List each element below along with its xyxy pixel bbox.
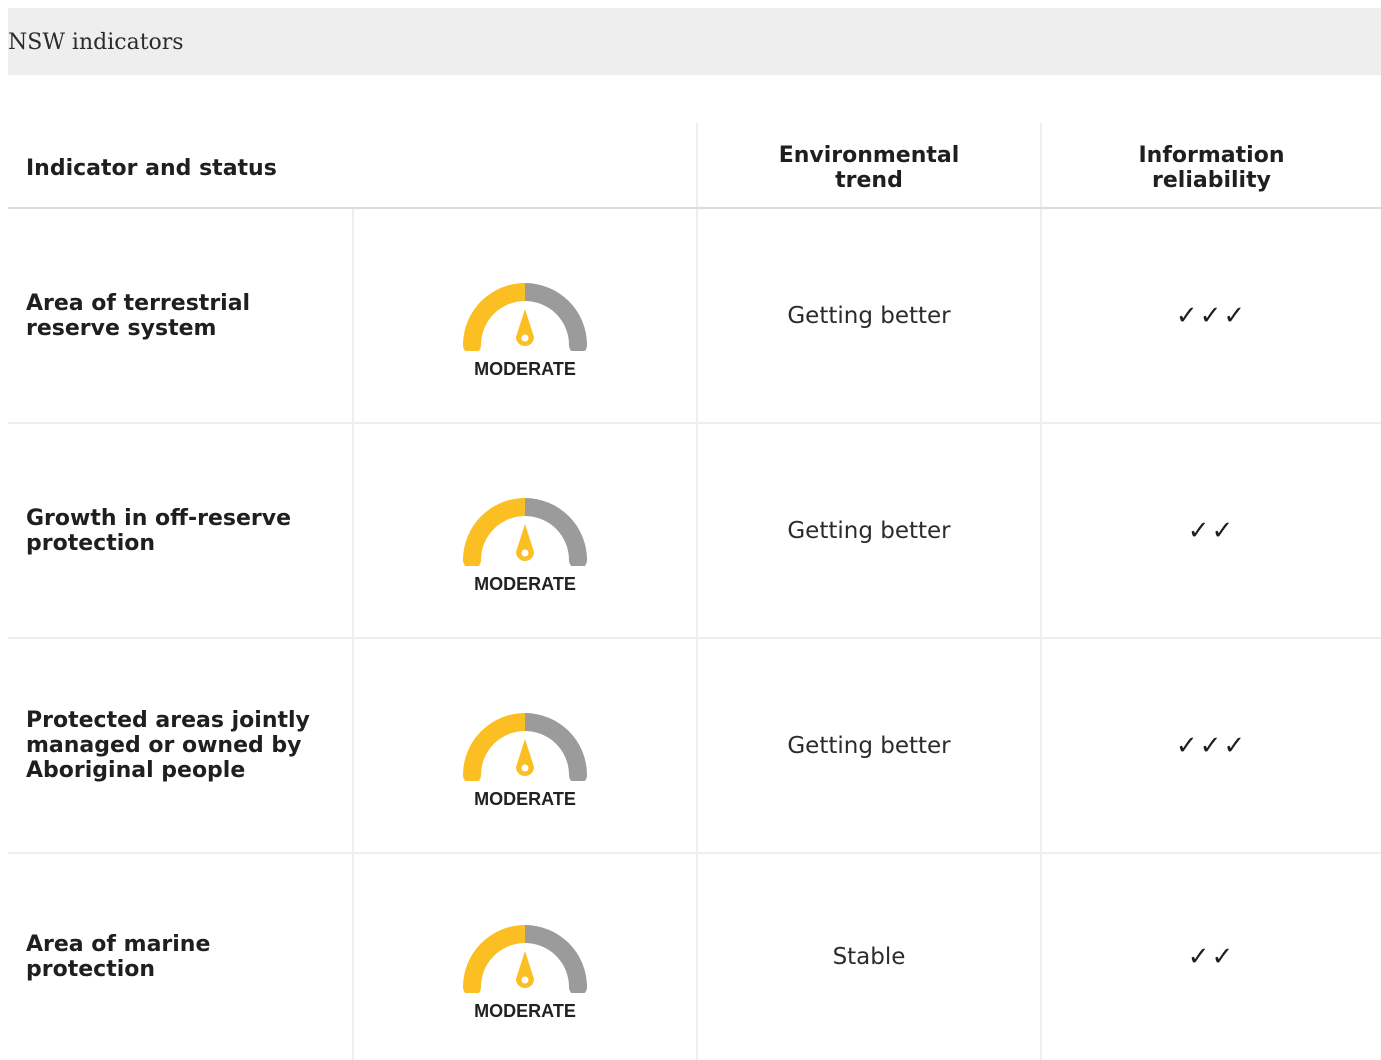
status-label: MODERATE xyxy=(474,1000,576,1021)
status-cell: MODERATE xyxy=(352,638,697,854)
header-trend-line1: Environmental xyxy=(778,143,960,168)
trend-cell: Getting better xyxy=(696,638,1041,854)
header-information-reliability: Information reliability xyxy=(1040,123,1381,209)
indicator-name: Protected areas jointly managed or owned… xyxy=(8,638,353,854)
table-row: Area of marine protection MODERATE Stabl… xyxy=(8,853,1381,1060)
status-cell: MODERATE xyxy=(352,853,697,1060)
header-indicator-status: Indicator and status xyxy=(8,123,697,209)
status-gauge: MODERATE xyxy=(445,701,605,810)
status-label: MODERATE xyxy=(474,359,576,379)
gauge-needle-hub xyxy=(521,764,529,772)
header-trend-line2: trend xyxy=(835,168,903,193)
table-row: Protected areas jointly managed or owned… xyxy=(8,638,1381,854)
gauge-filled-arc xyxy=(463,713,525,775)
reliability-cell: ✓✓ xyxy=(1040,853,1381,1060)
trend-cell: Stable xyxy=(696,853,1041,1060)
gauge-needle-hub xyxy=(521,334,529,342)
gauge-filled-arc xyxy=(463,283,525,345)
reliability-cell: ✓✓✓ xyxy=(1040,208,1381,424)
status-label: MODERATE xyxy=(474,789,576,809)
status-gauge: MODERATE xyxy=(445,486,605,595)
status-gauge-icon xyxy=(463,713,587,781)
status-gauge: MODERATE xyxy=(445,271,605,380)
indicator-name: Growth in off-reserve protection xyxy=(8,423,353,639)
indicator-name: Area of marine protection xyxy=(26,932,211,982)
status-gauge: MODERATE xyxy=(445,913,605,1022)
status-gauge-icon xyxy=(463,498,587,566)
gauge-empty-arc xyxy=(525,283,587,345)
table-row: Area of terrestrial reserve system MODER… xyxy=(8,208,1381,424)
gauge-empty-arc xyxy=(525,498,587,560)
status-gauge-icon xyxy=(463,283,587,351)
header-environmental-trend: Environmental trend xyxy=(696,123,1041,209)
header-reliability-line1: Information xyxy=(1138,143,1285,168)
header-reliability-line2: reliability xyxy=(1152,168,1271,193)
gauge-filled-arc xyxy=(463,498,525,560)
reliability-cell: ✓✓ xyxy=(1040,423,1381,639)
indicator-name: Area of terrestrial reserve system xyxy=(8,208,353,424)
status-cell: MODERATE xyxy=(352,423,697,639)
table-row: Growth in off-reserve protection MODERAT… xyxy=(8,423,1381,639)
status-gauge-icon xyxy=(463,924,587,993)
gauge-filled-arc xyxy=(463,924,525,987)
gauge-needle-hub xyxy=(521,549,529,557)
reliability-cell: ✓✓✓ xyxy=(1040,638,1381,854)
status-cell: MODERATE xyxy=(352,208,697,424)
gauge-empty-arc xyxy=(525,924,587,987)
header-indicator-status-label: Indicator and status xyxy=(26,155,277,181)
section-title: NSW indicators xyxy=(8,8,1381,75)
status-label: MODERATE xyxy=(474,574,576,594)
indicators-table: Indicator and status Environmental trend… xyxy=(8,123,1381,1060)
trend-cell: Getting better xyxy=(696,208,1041,424)
gauge-empty-arc xyxy=(525,713,587,775)
section-title-text: NSW indicators xyxy=(8,30,184,55)
gauge-needle-hub xyxy=(521,976,529,983)
trend-cell: Getting better xyxy=(696,423,1041,639)
table-header-row: Indicator and status Environmental trend… xyxy=(8,123,1381,209)
